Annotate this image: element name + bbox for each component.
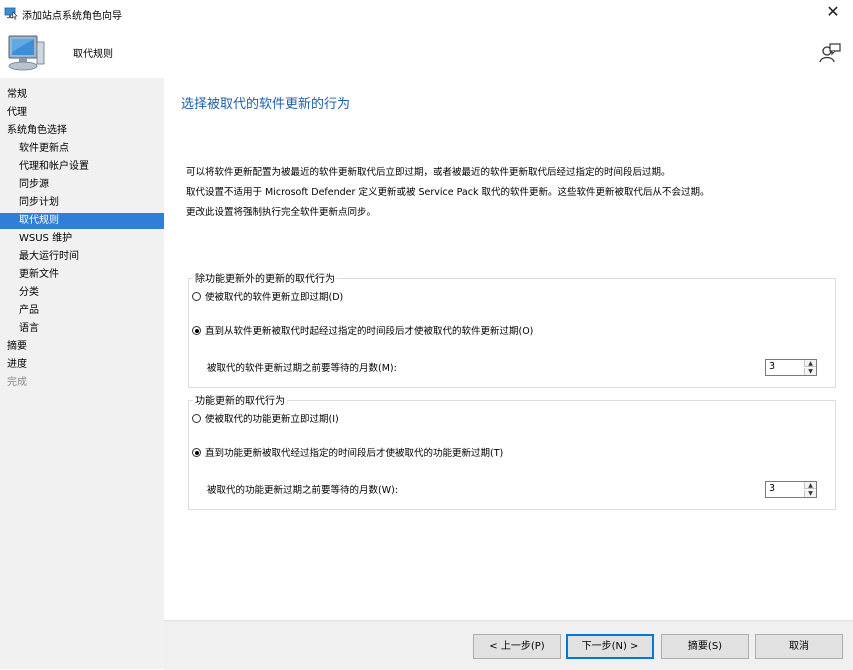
radio-feature-expire-immediately[interactable]	[192, 414, 201, 423]
feature-update-group-title: 功能更新的取代行为	[193, 392, 287, 407]
nav-step-update-files[interactable]: 更新文件	[0, 267, 164, 283]
nav-step-max-run-time[interactable]: 最大运行时间	[0, 249, 164, 265]
nav-step-progress[interactable]: 进度	[0, 357, 164, 373]
months-to-wait-value[interactable]: 3	[769, 361, 775, 372]
nav-step-wsus-maintenance[interactable]: WSUS 维护	[0, 231, 164, 247]
feature-months-to-wait-value[interactable]: 3	[769, 483, 775, 494]
nav-step-classifications[interactable]: 分类	[0, 285, 164, 301]
feature-option-expire-immediately[interactable]: 使被取代的功能更新立即过期(I)	[192, 413, 339, 427]
wizard-step-nav: 常规 代理 系统角色选择 软件更新点 代理和帐户设置 同步源 同步计划 取代规则…	[0, 78, 164, 669]
summary-button[interactable]: 摘要(S)	[661, 634, 749, 659]
window-title: 添加站点系统角色向导	[22, 11, 122, 22]
feature-option-expire-after-delay-label: 直到功能更新被取代经过指定的时间段后才使被取代的功能更新过期(T)	[205, 448, 504, 459]
close-button[interactable]: ✕	[813, 0, 853, 26]
option-expire-after-delay-label: 直到从软件更新被取代时起经过指定的时间段后才使被取代的软件更新过期(O)	[205, 326, 534, 337]
close-icon: ✕	[826, 2, 840, 21]
nav-step-summary[interactable]: 摘要	[0, 339, 164, 355]
nav-step-proxy[interactable]: 代理	[0, 105, 164, 121]
feature-months-to-wait-stepper[interactable]: 3 ▲ ▼	[765, 481, 817, 498]
nav-step-sync-source[interactable]: 同步源	[0, 177, 164, 193]
option-expire-immediately-label: 使被取代的软件更新立即过期(D)	[205, 292, 344, 303]
nav-step-software-update-point[interactable]: 软件更新点	[0, 141, 164, 157]
description-line-1: 可以将软件更新配置为被最近的软件更新取代后立即过期，或者被最近的软件更新取代后经…	[186, 167, 671, 178]
nav-step-completion: 完成	[7, 377, 27, 388]
nav-step-languages[interactable]: 语言	[0, 321, 164, 337]
option-expire-after-delay[interactable]: 直到从软件更新被取代时起经过指定的时间段后才使被取代的软件更新过期(O)	[192, 325, 533, 339]
nav-step-general[interactable]: 常规	[0, 87, 164, 103]
feature-option-expire-after-delay[interactable]: 直到功能更新被取代经过指定的时间段后才使被取代的功能更新过期(T)	[192, 447, 503, 461]
spin-up-icon[interactable]: ▲	[804, 360, 816, 367]
radio-expire-immediately[interactable]	[192, 292, 201, 301]
banner-title: 取代规则	[73, 49, 113, 60]
spin-down-icon[interactable]: ▼	[804, 490, 816, 497]
nav-step-role-selection[interactable]: 系统角色选择	[0, 123, 164, 139]
main-panel: 选择被取代的软件更新的行为 可以将软件更新配置为被最近的软件更新取代后立即过期，…	[164, 78, 853, 669]
page-heading: 选择被取代的软件更新的行为	[181, 97, 351, 112]
radio-expire-after-delay[interactable]	[192, 326, 201, 335]
feature-option-expire-immediately-label: 使被取代的功能更新立即过期(I)	[205, 414, 339, 425]
computer-monitor-icon	[8, 35, 45, 71]
next-button[interactable]: 下一步(N) >	[566, 634, 654, 659]
feedback-icon[interactable]	[819, 42, 841, 64]
option-expire-immediately[interactable]: 使被取代的软件更新立即过期(D)	[192, 291, 343, 305]
description-line-3: 更改此设置将强制执行完全软件更新点同步。	[186, 207, 377, 218]
wizard-app-icon	[4, 7, 18, 20]
spin-up-icon[interactable]: ▲	[804, 482, 816, 489]
radio-feature-expire-after-delay[interactable]	[192, 448, 201, 457]
title-bar: 添加站点系统角色向导 ✕	[0, 0, 853, 26]
wizard-banner: 取代规则	[0, 26, 853, 78]
previous-button[interactable]: < 上一步(P)	[473, 634, 561, 659]
nav-step-sync-schedule[interactable]: 同步计划	[0, 195, 164, 211]
nav-step-supersedence-rules[interactable]: 取代规则	[0, 213, 164, 229]
cancel-button[interactable]: 取消	[755, 634, 843, 659]
spin-down-icon[interactable]: ▼	[804, 368, 816, 375]
months-to-wait-stepper[interactable]: 3 ▲ ▼	[765, 359, 817, 376]
non-feature-update-group-title: 除功能更新外的更新的取代行为	[193, 270, 337, 285]
feature-months-to-wait-label: 被取代的功能更新过期之前要等待的月数(W):	[207, 485, 399, 496]
nav-step-proxy-account[interactable]: 代理和帐户设置	[0, 159, 164, 175]
description-line-2: 取代设置不适用于 Microsoft Defender 定义更新或被 Servi…	[186, 187, 710, 198]
nav-step-products[interactable]: 产品	[0, 303, 164, 319]
months-to-wait-label: 被取代的软件更新过期之前要等待的月数(M):	[207, 363, 397, 374]
wizard-footer: < 上一步(P) 下一步(N) > 摘要(S) 取消	[164, 620, 853, 670]
